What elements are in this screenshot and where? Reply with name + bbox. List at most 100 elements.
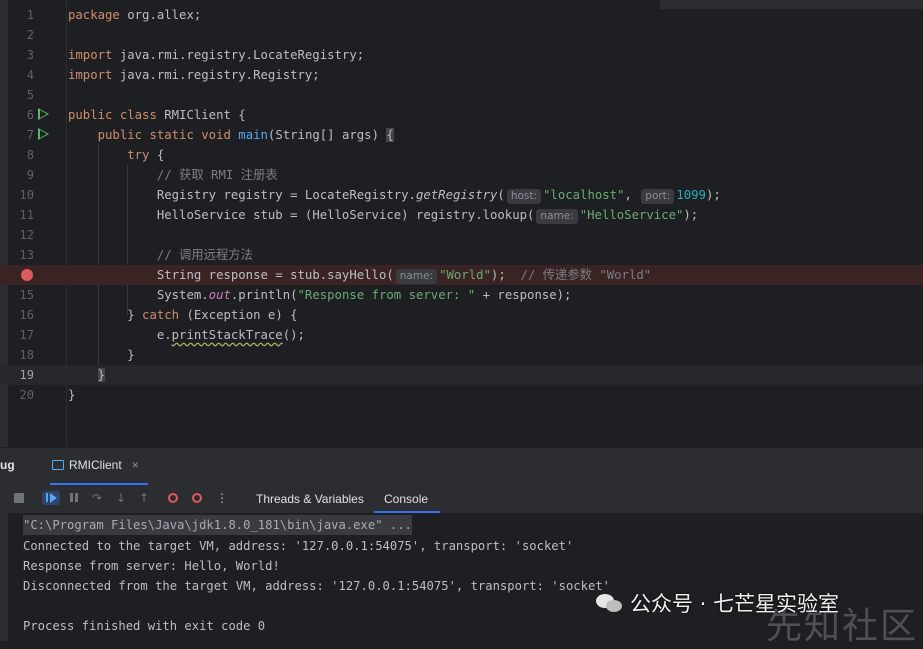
code-line[interactable]: 17 e.printStackTrace(); [0,325,923,345]
tab-console[interactable]: Console [384,492,428,506]
code-line-current[interactable]: 19 } [0,365,923,385]
code-line[interactable]: 15 System.out.println("Response from ser… [0,285,923,305]
code-line[interactable]: 9 // 获取 RMI 注册表 [0,165,923,185]
matched-brace: } [97,368,106,382]
code-line[interactable]: 3 import java.rmi.registry.LocateRegistr… [0,45,923,65]
line-number: 5 [26,88,34,102]
static-field: out [208,288,231,302]
run-config-tab-label: RMIClient [69,458,122,472]
keyword: public [68,108,113,122]
code-text: ); [490,268,506,282]
watermark: 公众号 · 七芒星实验室 [596,588,839,618]
code-line[interactable]: 4 import java.rmi.registry.Registry; [0,65,923,85]
line-number: 17 [19,328,34,342]
code-line[interactable]: 18 } [0,345,923,365]
line-number: 16 [19,308,34,322]
code-editor[interactable]: 1 package org.allex; 2 3 import java.rmi… [0,0,923,447]
line-number: 10 [19,188,34,202]
line-number: 20 [19,388,34,402]
resume-icon[interactable] [42,491,60,505]
wechat-icon [596,592,624,614]
code-text: } [127,348,135,362]
console-left-strip [0,513,8,641]
code-text: e. [156,328,172,342]
line-number: 19 [19,368,34,382]
window-icon [52,460,64,470]
code-line[interactable]: 6 public class RMIClient { [0,105,923,125]
code-text: String response = stub.sayHello( [156,268,394,282]
code-text: HelloService stub = (HelloService) regis… [156,208,535,222]
code-text: (String[] args) [267,128,387,142]
matched-brace: { [386,128,394,142]
code-line[interactable]: 16 } catch (Exception e) { [0,305,923,325]
code-line[interactable]: 2 [0,25,923,45]
code-line[interactable]: 12 [0,225,923,245]
method-name: main [238,128,268,142]
line-number: 6 [26,108,34,122]
run-gutter-icon[interactable] [38,108,49,120]
breakpoint-icon[interactable] [21,269,33,281]
keyword: class [119,108,157,122]
step-over-icon[interactable]: ↷ [90,491,104,505]
close-icon[interactable]: × [132,458,139,472]
code-line-breakpoint[interactable]: String response = stub.sayHello(name: "Wo… [0,265,923,285]
code-text: { [149,148,165,162]
tool-window-tab-bar: ug RMIClient × [0,447,923,486]
code-text: java.rmi.registry.Registry; [112,68,320,82]
parameter-hint: name: [536,209,578,224]
code-line[interactable]: 10 Registry registry = LocateRegistry.ge… [0,185,923,205]
line-number: 9 [26,168,34,182]
tab-threads-variables[interactable]: Threads & Variables [256,492,364,506]
debugger-toolbar: ↷ ↓ ↑ ⋮ Threads & Variables Console [0,485,923,513]
code-text: } [127,308,143,322]
keyword: import [68,48,113,62]
string-literal: "HelloService" [579,208,684,222]
code-text: (Exception e) { [179,308,298,322]
more-icon[interactable]: ⋮ [215,491,229,505]
code-line[interactable]: 8 try { [0,145,923,165]
line-number: 11 [19,208,34,222]
code-text: RMIClient { [156,108,246,122]
string-literal: "localhost" [543,188,625,202]
parameter-hint: host: [506,189,542,204]
code-line[interactable]: 5 [0,85,923,105]
run-config-tab[interactable]: RMIClient × [52,458,139,472]
code-line[interactable]: 7 public static void main(String[] args)… [0,125,923,145]
code-text: ); [683,208,699,222]
line-number: 15 [19,288,34,302]
pause-icon[interactable] [67,491,81,505]
string-literal: "Response from server: " [297,288,476,302]
run-gutter-icon[interactable] [38,128,49,140]
code-text: , [624,188,632,202]
console-line: Connected to the target VM, address: '12… [23,539,574,553]
view-breakpoints-icon[interactable] [166,491,180,505]
parameter-hint: name: [395,269,438,284]
line-number: 18 [19,348,34,362]
code-text: System. [156,288,209,302]
code-text: java.rmi.registry.LocateRegistry; [112,48,365,62]
code-line[interactable]: 13 // 调用远程方法 [0,245,923,265]
debug-tool-title[interactable]: ug [0,458,15,472]
line-number: 1 [26,8,34,22]
console-line: Disconnected from the target VM, address… [23,579,610,593]
code-line[interactable]: 1 package org.allex; [0,5,923,25]
console-line[interactable]: "C:\Program Files\Java\jdk1.8.0_181\bin\… [23,515,412,535]
line-number: 2 [26,28,34,42]
comment: // 获取 RMI 注册表 [156,168,278,182]
code-text: ); [705,188,721,202]
code-line[interactable]: 20 } [0,385,923,405]
mute-breakpoints-icon[interactable] [190,491,204,505]
comment: // 传递参数 "World" [520,268,652,282]
keyword: catch [142,308,180,322]
keyword: try [127,148,150,162]
code-line[interactable]: 11 HelloService stub = (HelloService) re… [0,205,923,225]
code-text: (); [282,328,305,342]
step-out-icon[interactable]: ↑ [137,491,151,505]
code-text: Registry registry = LocateRegistry. [156,188,416,202]
step-into-icon[interactable]: ↓ [114,491,128,505]
keyword: package [68,8,120,22]
stop-icon[interactable] [12,491,26,505]
code-text: .println( [230,288,298,302]
watermark-text: 公众号 · 七芒星实验室 [630,592,840,616]
keyword: import [68,68,113,82]
